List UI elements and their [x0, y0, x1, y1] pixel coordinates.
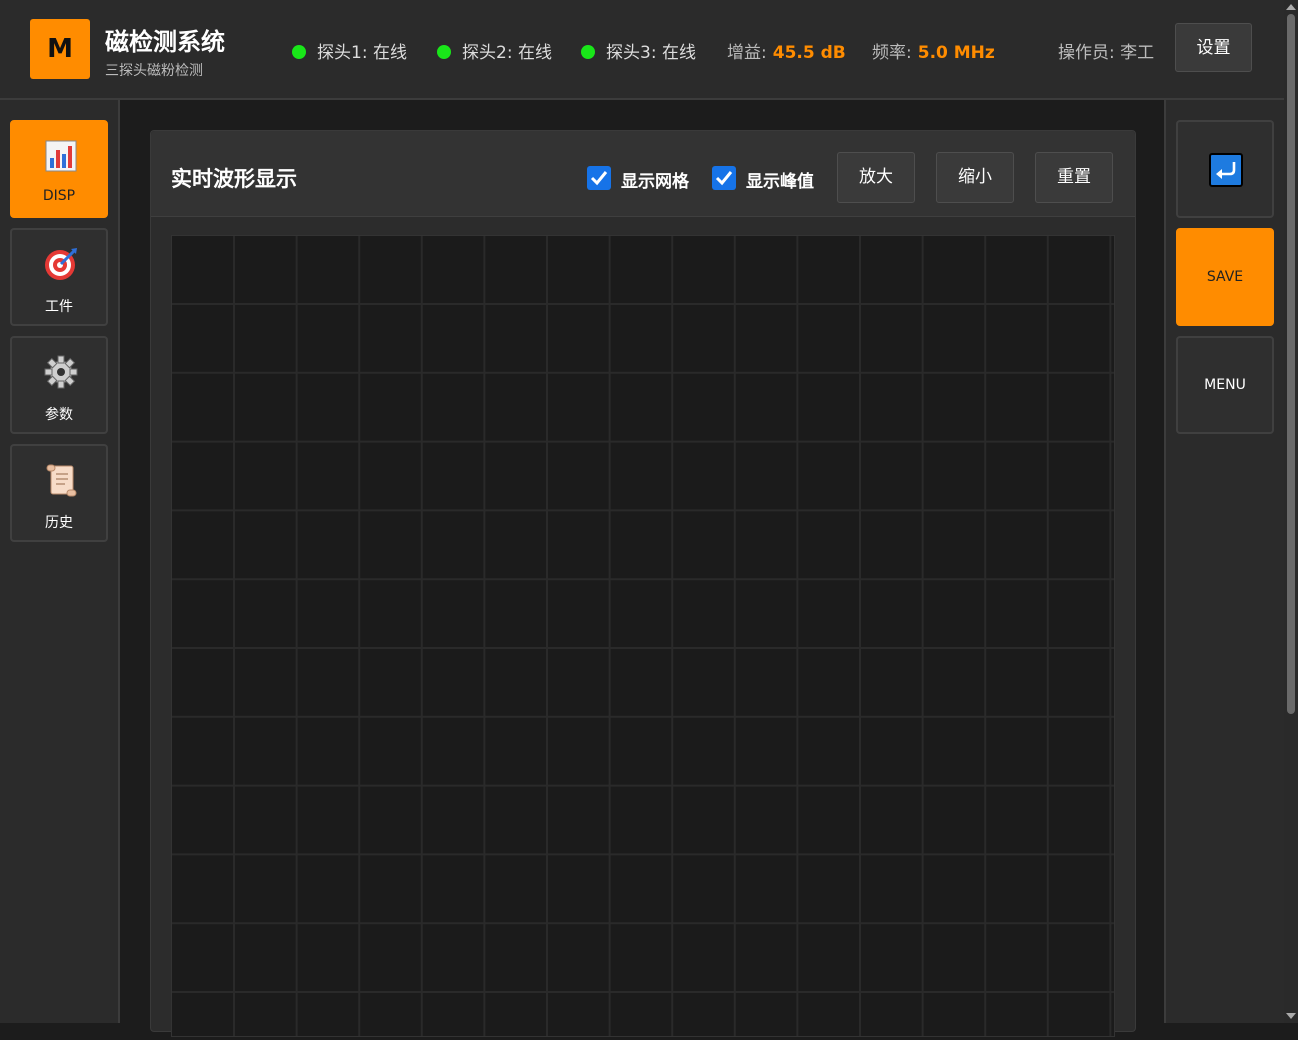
status-dot-icon: [437, 45, 451, 59]
waveform-grid: [172, 236, 1114, 1036]
check-icon: [715, 171, 733, 186]
sidebar-item-label: DISP: [42, 188, 76, 204]
probe-1-status: 探头1: 在线: [292, 38, 407, 63]
gear-icon: [44, 355, 78, 389]
sidebar-item-params[interactable]: 参数: [10, 336, 108, 434]
sidebar-item-label: 工件: [45, 299, 73, 315]
probe-3-status: 探头3: 在线: [581, 38, 696, 63]
return-icon: [1209, 153, 1243, 187]
panel-title: 实时波形显示: [171, 167, 297, 191]
settings-button[interactable]: 设置: [1175, 23, 1252, 72]
check-icon: [590, 171, 608, 186]
app-subtitle: 三探头磁粉检测: [105, 63, 203, 79]
gain-readout: 增益: 45.5 dB: [727, 38, 846, 63]
save-button[interactable]: SAVE: [1176, 228, 1274, 326]
reset-button[interactable]: 重置: [1035, 152, 1113, 203]
show-grid-checkbox[interactable]: [587, 166, 611, 190]
operator-label: 操作员: 李工: [1058, 43, 1155, 63]
top-header: M 磁检测系统 三探头磁粉检测 探头1: 在线 探头2: 在线 探头3: 在线 …: [0, 0, 1284, 100]
status-dot-icon: [581, 45, 595, 59]
scroll-icon: [46, 464, 77, 497]
probe-1-label: 探头1: 在线: [317, 43, 407, 63]
gain-label: 增益:: [727, 43, 767, 63]
sidebar-item-label: 参数: [45, 407, 73, 423]
frequency-value: 5.0 MHz: [917, 43, 995, 63]
probe-3-label: 探头3: 在线: [606, 43, 696, 63]
show-peak-label[interactable]: 显示峰值: [746, 167, 814, 192]
show-peak-checkbox[interactable]: [712, 166, 736, 190]
menu-button[interactable]: MENU: [1176, 336, 1274, 434]
chart-icon: [45, 140, 77, 172]
scroll-thumb[interactable]: [1287, 14, 1295, 714]
return-button[interactable]: [1176, 120, 1274, 218]
frequency-readout: 频率: 5.0 MHz: [872, 38, 995, 63]
app-logo: M: [30, 19, 90, 79]
waveform-canvas[interactable]: [171, 235, 1115, 1037]
sidebar-item-history[interactable]: 历史: [10, 444, 108, 542]
scroll-down-icon[interactable]: [1286, 1013, 1296, 1019]
gain-value: 45.5 dB: [772, 43, 846, 63]
zoom-in-button[interactable]: 放大: [837, 152, 915, 203]
panel-header: 实时波形显示 显示网格 显示峰值 放大 缩小 重置: [151, 131, 1135, 217]
scroll-up-icon[interactable]: [1286, 4, 1296, 10]
probe-2-label: 探头2: 在线: [462, 43, 552, 63]
status-dot-icon: [292, 45, 306, 59]
frequency-label: 频率:: [872, 43, 912, 63]
sidebar-item-disp[interactable]: DISP: [10, 120, 108, 218]
sidebar-item-label: 历史: [45, 515, 73, 531]
target-icon: [45, 248, 77, 280]
sidebar-item-workpiece[interactable]: 工件: [10, 228, 108, 326]
zoom-out-button[interactable]: 缩小: [936, 152, 1014, 203]
waveform-panel: 实时波形显示 显示网格 显示峰值 放大 缩小 重置: [150, 130, 1136, 1037]
probe-2-status: 探头2: 在线: [437, 38, 552, 63]
show-grid-label[interactable]: 显示网格: [621, 167, 689, 192]
app-title: 磁检测系统: [105, 28, 225, 56]
